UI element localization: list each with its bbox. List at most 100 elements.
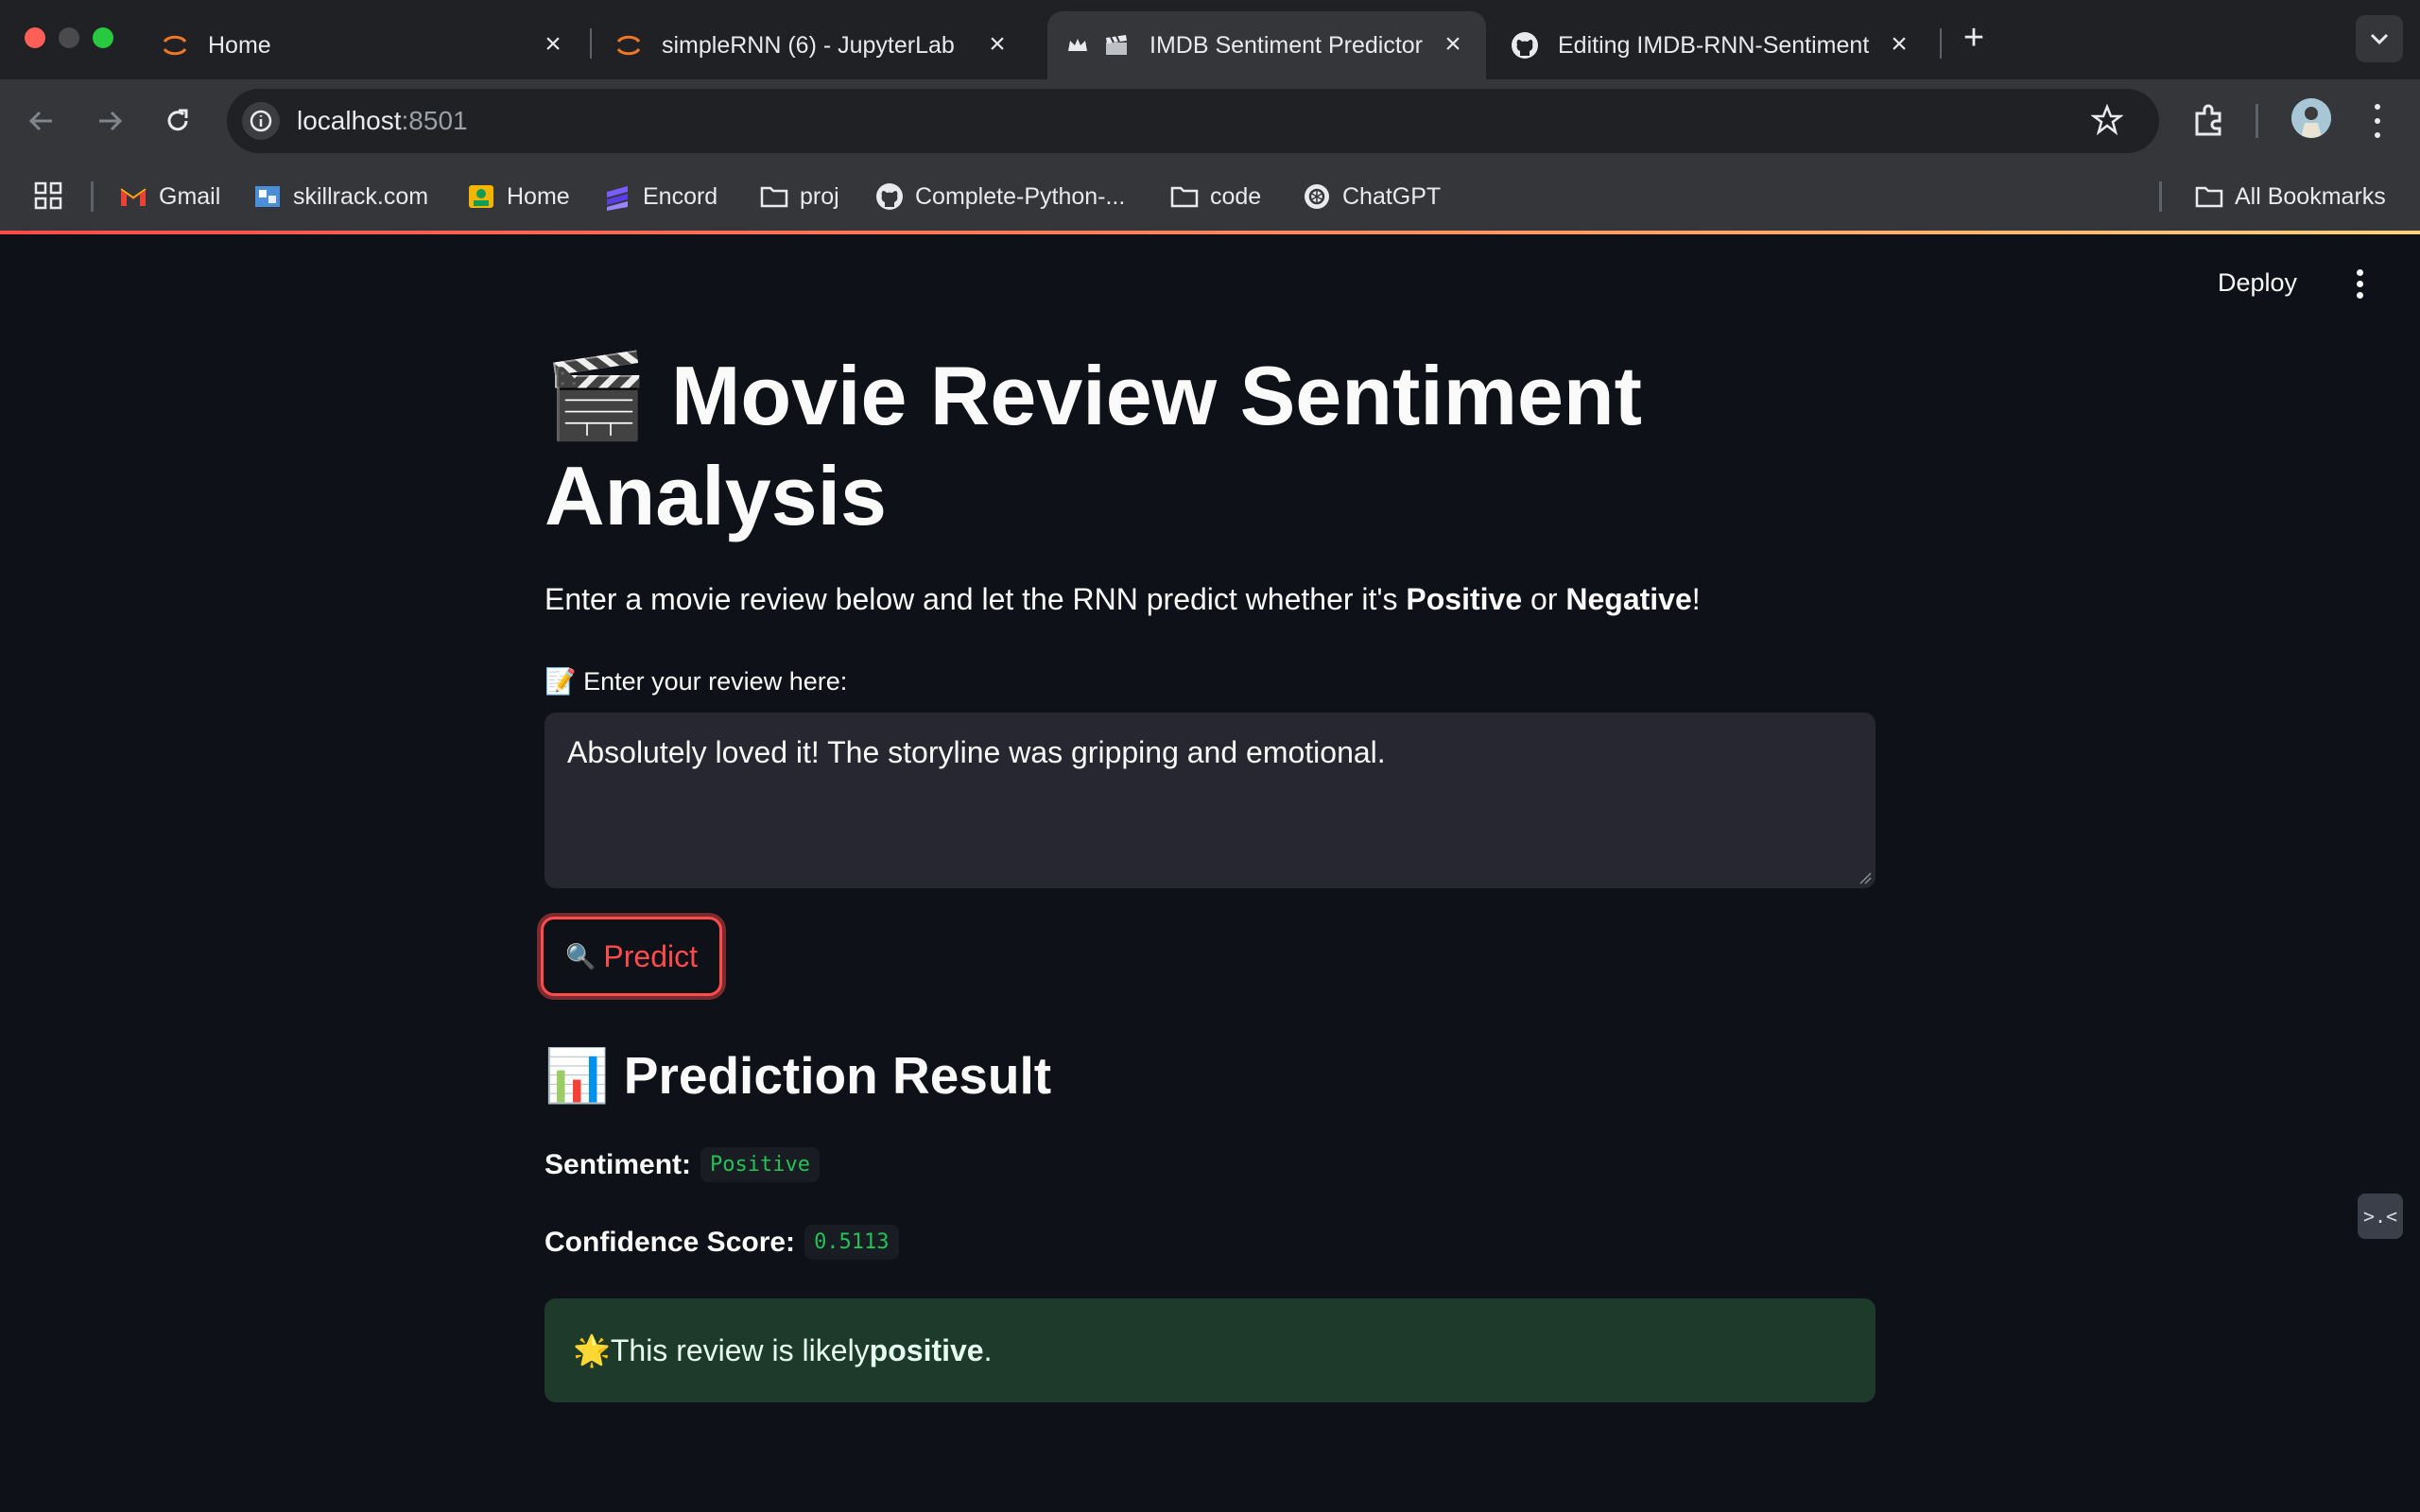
reload-icon (167, 109, 188, 131)
folder-icon (1170, 182, 1199, 211)
github-icon (1511, 31, 1539, 60)
tab-home[interactable]: Home × (142, 11, 586, 79)
tab-jupyterlab[interactable]: simpleRNN (6) - JupyterLab × (596, 11, 1030, 79)
tab-title: Home (208, 31, 271, 59)
bookmark-label: ChatGPT (1342, 182, 1442, 210)
jupyter-icon (161, 31, 189, 60)
skillrack-icon (253, 182, 282, 211)
close-window-button[interactable] (25, 27, 45, 48)
arrow-right-icon (99, 111, 123, 131)
tab-search-button[interactable] (2356, 15, 2403, 62)
toolbar-divider (2256, 104, 2258, 138)
bookmark-home[interactable]: Home (467, 180, 570, 214)
bookmark-star-icon[interactable] (2090, 103, 2124, 141)
predict-button-label: Predict (603, 938, 698, 973)
close-tab-icon[interactable]: × (1885, 30, 1913, 59)
review-input-label: 📝 Enter your review here: (544, 667, 848, 696)
tab-separator (1940, 28, 1942, 59)
tab-title: Editing IMDB-RNN-Sentiment (1558, 31, 1870, 59)
back-button[interactable] (19, 98, 64, 144)
side-helper-widget[interactable]: >.< (2358, 1194, 2403, 1239)
predict-button[interactable]: 🔍 Predict (541, 917, 722, 996)
folder-icon (2195, 182, 2223, 211)
site-info-icon[interactable] (242, 102, 280, 140)
sentiment-label: Sentiment: (544, 1148, 692, 1180)
profile-avatar[interactable] (2291, 98, 2331, 138)
page-title: 🎬 Movie Review Sentiment Analysis (544, 349, 1642, 542)
intro-positive-word: Positive (1406, 582, 1523, 616)
review-textarea[interactable]: Absolutely loved it! The storyline was g… (544, 713, 1876, 888)
reload-button[interactable] (155, 98, 200, 144)
close-tab-icon[interactable]: × (1439, 30, 1467, 59)
deploy-button[interactable]: Deploy (2218, 268, 2297, 298)
gmail-icon (119, 182, 147, 211)
jupyter-icon (614, 31, 643, 60)
tab-title: IMDB Sentiment Predictor (1150, 31, 1423, 59)
tab-title: simpleRNN (6) - JupyterLab (662, 31, 955, 59)
resize-handle-icon[interactable] (1858, 871, 1872, 885)
address-bar[interactable]: localhost:8501 (227, 89, 2159, 153)
browser-chrome: Home × simpleRNN (6) - JupyterLab × IMDB… (0, 0, 2420, 234)
bookmark-label: proj (800, 182, 839, 210)
bookmark-label: code (1210, 182, 1262, 210)
success-alert: 🌟 This review is likely positive. (544, 1298, 1876, 1402)
clapper-icon (1102, 31, 1131, 60)
encord-icon (603, 182, 631, 211)
bookmark-label: skillrack.com (293, 182, 429, 210)
bookmarks-bar: Gmail skillrack.com Home Encord proj Com… (0, 163, 2420, 231)
browser-menu-button[interactable] (2363, 100, 2392, 142)
bookmark-chatgpt[interactable]: ChatGPT (1303, 180, 1441, 214)
url-host: localhost (297, 106, 402, 135)
confidence-label: Confidence Score: (544, 1226, 796, 1258)
bookmark-gmail[interactable]: Gmail (119, 180, 220, 214)
bookmark-proj[interactable]: proj (760, 180, 839, 214)
close-tab-icon[interactable]: × (983, 30, 1011, 59)
close-tab-icon[interactable]: × (539, 30, 567, 59)
chatgpt-icon (1303, 182, 1331, 211)
maximize-window-button[interactable] (93, 27, 113, 48)
bookmark-encord[interactable]: Encord (603, 180, 717, 214)
bookmark-label: Complete-Python-... (915, 182, 1126, 210)
bookmark-complete-python[interactable]: Complete-Python-... (875, 180, 1125, 214)
bookmarks-divider (91, 181, 94, 212)
intro-text: Enter a movie review below and let the R… (544, 582, 1701, 617)
success-text: . (983, 1332, 993, 1367)
intro-text-part: Enter a movie review below and let the R… (544, 582, 1407, 616)
app-header: Deploy (0, 234, 2420, 338)
intro-text-part: or (1522, 582, 1566, 616)
chevron-down-icon (2370, 33, 2389, 45)
bookmark-code[interactable]: code (1170, 180, 1261, 214)
all-bookmarks-button[interactable]: All Bookmarks (2195, 180, 2386, 214)
browser-toolbar: localhost:8501 (0, 79, 2420, 163)
tab-strip: Home × simpleRNN (6) - JupyterLab × IMDB… (0, 0, 2420, 79)
tab-separator (590, 28, 592, 59)
new-tab-button[interactable]: + (1955, 19, 1993, 57)
forward-button[interactable] (87, 98, 132, 144)
tab-github-editing[interactable]: Editing IMDB-RNN-Sentiment × (1492, 11, 1932, 79)
confidence-value: 0.5113 (804, 1225, 899, 1260)
sentiment-row: Sentiment: Positive (544, 1147, 820, 1182)
success-text: This review is likely (610, 1332, 870, 1367)
success-bold-word: positive (869, 1332, 984, 1367)
tab-imdb-sentiment[interactable]: IMDB Sentiment Predictor × (1047, 11, 1486, 79)
crown-icon (1066, 31, 1089, 60)
url-text: localhost:8501 (297, 106, 468, 136)
arrow-left-icon (28, 111, 52, 131)
apps-grid-icon[interactable] (34, 181, 62, 215)
bookmark-skillrack[interactable]: skillrack.com (253, 180, 428, 214)
prediction-result-heading: 📊 Prediction Result (544, 1046, 1052, 1105)
url-port: :8501 (401, 106, 468, 135)
bookmark-label: Home (507, 182, 570, 210)
app-menu-button[interactable] (2341, 263, 2378, 304)
intro-negative-word: Negative (1565, 582, 1692, 616)
minimize-window-button[interactable] (59, 27, 79, 48)
star-icon: 🌟 (573, 1333, 611, 1367)
all-bookmarks-label: All Bookmarks (2235, 182, 2386, 210)
extensions-icon[interactable] (2191, 102, 2227, 143)
github-icon (875, 182, 904, 211)
confidence-row: Confidence Score: 0.5113 (544, 1225, 899, 1260)
home-app-icon (467, 182, 495, 211)
folder-icon (760, 182, 788, 211)
sentiment-value: Positive (700, 1147, 820, 1182)
bookmark-label: Encord (643, 182, 718, 210)
